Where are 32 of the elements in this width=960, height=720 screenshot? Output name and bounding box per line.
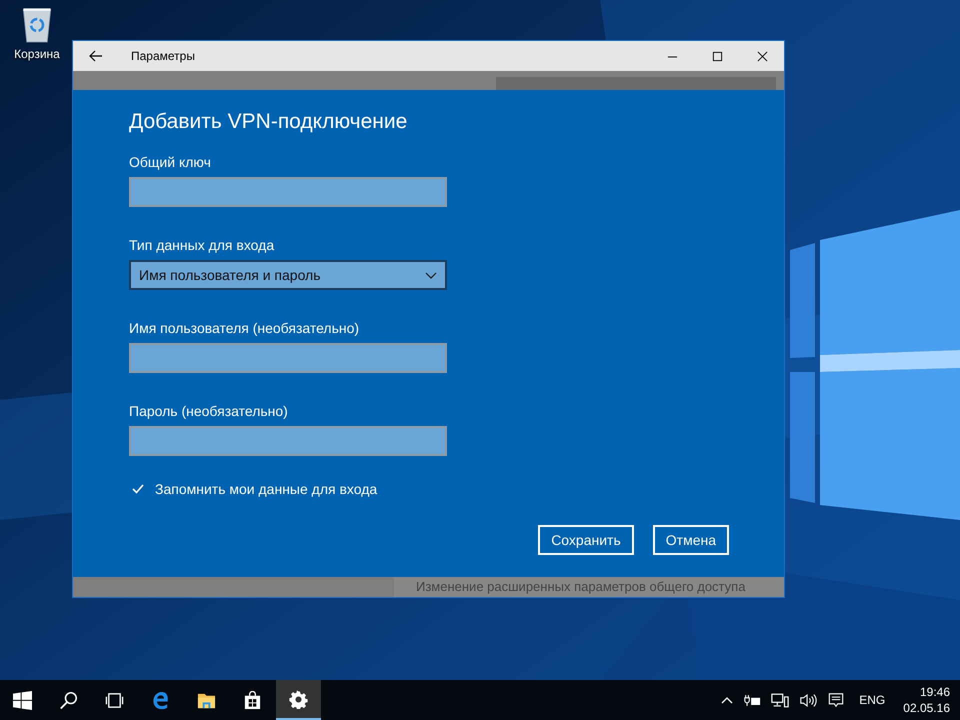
search-icon: [59, 690, 78, 710]
task-view-icon: [105, 690, 124, 710]
field-label: Общий ключ: [129, 154, 212, 170]
taskbar-button[interactable]: [276, 680, 321, 720]
input-field[interactable]: [129, 426, 447, 456]
clock[interactable]: 19:46 02.05.16: [903, 684, 950, 716]
dialog-button[interactable]: Отмена: [652, 525, 729, 555]
shopping-bag-icon: [243, 690, 262, 710]
maximize-icon[interactable]: [712, 50, 723, 62]
start-icon: [13, 690, 32, 710]
close-icon[interactable]: [757, 50, 768, 62]
dropdown[interactable]: Имя пользователя и пароль: [129, 260, 447, 290]
notifications-icon[interactable]: [827, 692, 846, 708]
settings-icon: [289, 690, 308, 708]
dialog-button[interactable]: Сохранить: [538, 525, 634, 555]
field-label: Тип данных для входа: [129, 237, 276, 253]
input-field[interactable]: [129, 343, 447, 373]
chevron-up-icon[interactable]: [721, 696, 734, 704]
field-label: Пароль (необязательно): [129, 403, 289, 419]
volume-icon[interactable]: [799, 692, 818, 708]
chevron-down-icon: [425, 272, 437, 278]
network-icon[interactable]: [771, 692, 790, 708]
window-title: Параметры: [131, 49, 195, 63]
language-indicator[interactable]: ENG: [859, 693, 886, 707]
browser-icon: [151, 690, 170, 710]
field-label: Имя пользователя (необязательно): [129, 320, 360, 336]
dialog-title: Добавить VPN-подключение: [129, 110, 408, 134]
back-arrow-icon[interactable]: [89, 50, 103, 62]
input-field[interactable]: [129, 177, 447, 207]
desktop-icon-label[interactable]: Корзина: [14, 47, 60, 61]
checkbox-label: Запомнить мои данные для входа: [155, 481, 378, 497]
power-plug-icon[interactable]: [743, 692, 762, 708]
